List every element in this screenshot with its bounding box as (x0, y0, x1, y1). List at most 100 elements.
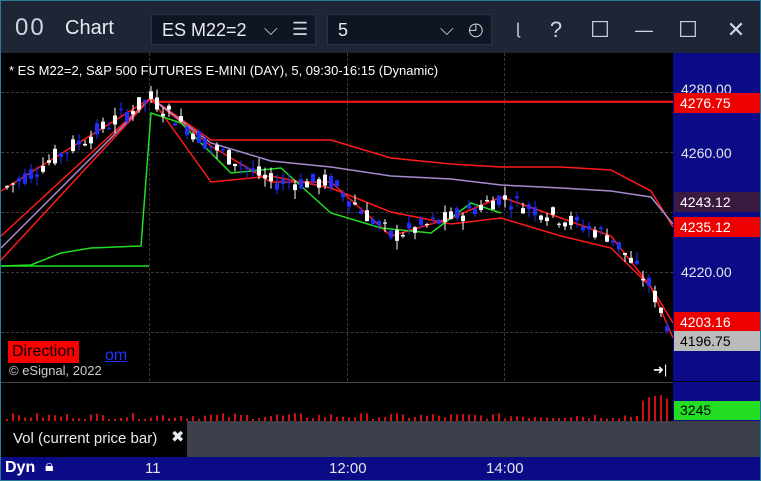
candle-up (233, 163, 237, 167)
candle-down (647, 277, 651, 286)
candle-down (119, 108, 123, 111)
candle-up (659, 307, 663, 313)
minimize-icon[interactable]: — (627, 13, 661, 47)
price-label: 4260.00 (681, 145, 732, 161)
candle-up (113, 115, 117, 125)
candle-down (221, 149, 225, 151)
candle-down (335, 180, 339, 187)
candle-down (281, 179, 285, 184)
candle-down (467, 204, 471, 209)
candle-up (563, 222, 567, 227)
time-axis[interactable]: Dyn 🔒︎ 11 12:00 14:00 (1, 457, 760, 480)
price-chart[interactable]: * ES M22=2, S&P 500 FUTURES E-MINI (DAY)… (1, 53, 673, 381)
candle-down (437, 219, 441, 224)
candle-up (629, 257, 633, 263)
app-icon: 00 (15, 14, 46, 41)
volume-label-text: Vol (current price bar) (13, 430, 158, 447)
title-bar[interactable]: 00 Chart ES M22=2 ⌵ ☰ 5 ⌵ ◴ ɭ ? ☐ — ☐ ✕ (1, 1, 760, 53)
time-label: 12:00 (329, 460, 367, 477)
chevron-down-icon[interactable]: ⌵ (440, 19, 454, 40)
candle-down (341, 193, 345, 198)
candle-up (449, 211, 453, 219)
candle-down (209, 146, 213, 148)
candle-up (479, 205, 483, 211)
candle-up (593, 230, 597, 238)
interval-value: 5 (338, 20, 349, 40)
candle-down (245, 167, 249, 170)
candle-up (161, 113, 165, 117)
candle-down (65, 152, 69, 154)
window-title: Chart (65, 17, 114, 39)
candle-down (239, 165, 243, 167)
chevron-down-icon[interactable]: ⌵ (264, 19, 278, 40)
maximize-icon[interactable]: ☐ (671, 13, 705, 47)
trend-line (1, 96, 673, 324)
go-to-end-icon[interactable]: ➜| (653, 362, 667, 378)
candle-up (317, 179, 321, 188)
volume-bar (666, 398, 668, 422)
candle-down (611, 240, 615, 243)
candle-down (533, 207, 537, 216)
candle-down (77, 140, 81, 145)
candle-up (461, 215, 465, 222)
dynamic-mode-label[interactable]: Dyn (5, 459, 35, 477)
volume-pane[interactable] (1, 382, 673, 422)
candle-up (569, 215, 573, 225)
candle-up (353, 202, 357, 205)
symbol-combo[interactable]: ES M22=2 ⌵ ☰ (151, 14, 316, 45)
average-line (1, 97, 673, 249)
candle-up (5, 186, 9, 188)
candle-down (287, 181, 291, 184)
candle-down (299, 179, 303, 189)
lock-icon[interactable]: 🔒︎ (45, 458, 54, 476)
price-tag: 4235.12 (674, 217, 760, 237)
volume-label[interactable]: Vol (current price bar) ✖ (1, 421, 187, 457)
symbol-description: * ES M22=2, S&P 500 FUTURES E-MINI (DAY)… (9, 63, 439, 78)
candle-up (395, 230, 399, 241)
candle-up (401, 235, 405, 237)
price-plot (1, 86, 673, 339)
candle-up (293, 184, 297, 191)
close-icon[interactable]: ✕ (719, 13, 753, 47)
candle-up (413, 227, 417, 233)
volume-label-panel: Vol (current price bar) ✖ (1, 421, 760, 457)
candle-up (101, 121, 105, 129)
candle-down (587, 226, 591, 230)
price-label: 4220.00 (681, 264, 732, 280)
candle-down (275, 183, 279, 190)
price-tag: 4203.16 (674, 312, 760, 332)
candle-up (623, 252, 627, 255)
candle-down (23, 173, 27, 184)
candle-down (107, 128, 111, 130)
interval-combo[interactable]: 5 ⌵ ◴ (327, 14, 492, 45)
candle-down (473, 208, 477, 215)
help-icon[interactable]: ? (539, 13, 573, 47)
candle-up (425, 223, 429, 225)
candle-down (329, 176, 333, 188)
candle-down (407, 223, 411, 229)
candle-down (581, 226, 585, 231)
candle-up (323, 174, 327, 186)
candle-up (41, 165, 45, 172)
page-options-icon[interactable]: ☐ (583, 13, 617, 47)
draw-tool-icon[interactable]: ɭ (501, 13, 535, 47)
symbol-value: ES M22=2 (162, 20, 247, 40)
volume-plot (6, 395, 668, 422)
close-icon[interactable]: ✖ (171, 420, 184, 456)
candle-up (305, 181, 309, 188)
price-tag: 4276.75 (674, 93, 760, 113)
volume-bar (660, 395, 662, 422)
candle-down (359, 210, 363, 214)
candle-down (509, 206, 513, 210)
candle-up (269, 173, 273, 182)
candle-up (131, 111, 135, 115)
candle-down (527, 204, 531, 210)
clock-icon[interactable]: ◴ (468, 19, 484, 40)
candle-up (605, 235, 609, 242)
price-tag: 4243.12 (674, 192, 760, 212)
candle-up (641, 278, 645, 281)
direction-label[interactable]: Direction (8, 341, 80, 363)
candle-up (263, 174, 267, 179)
hamburger-menu-icon[interactable]: ☰ (292, 19, 308, 40)
candle-up (83, 143, 87, 146)
